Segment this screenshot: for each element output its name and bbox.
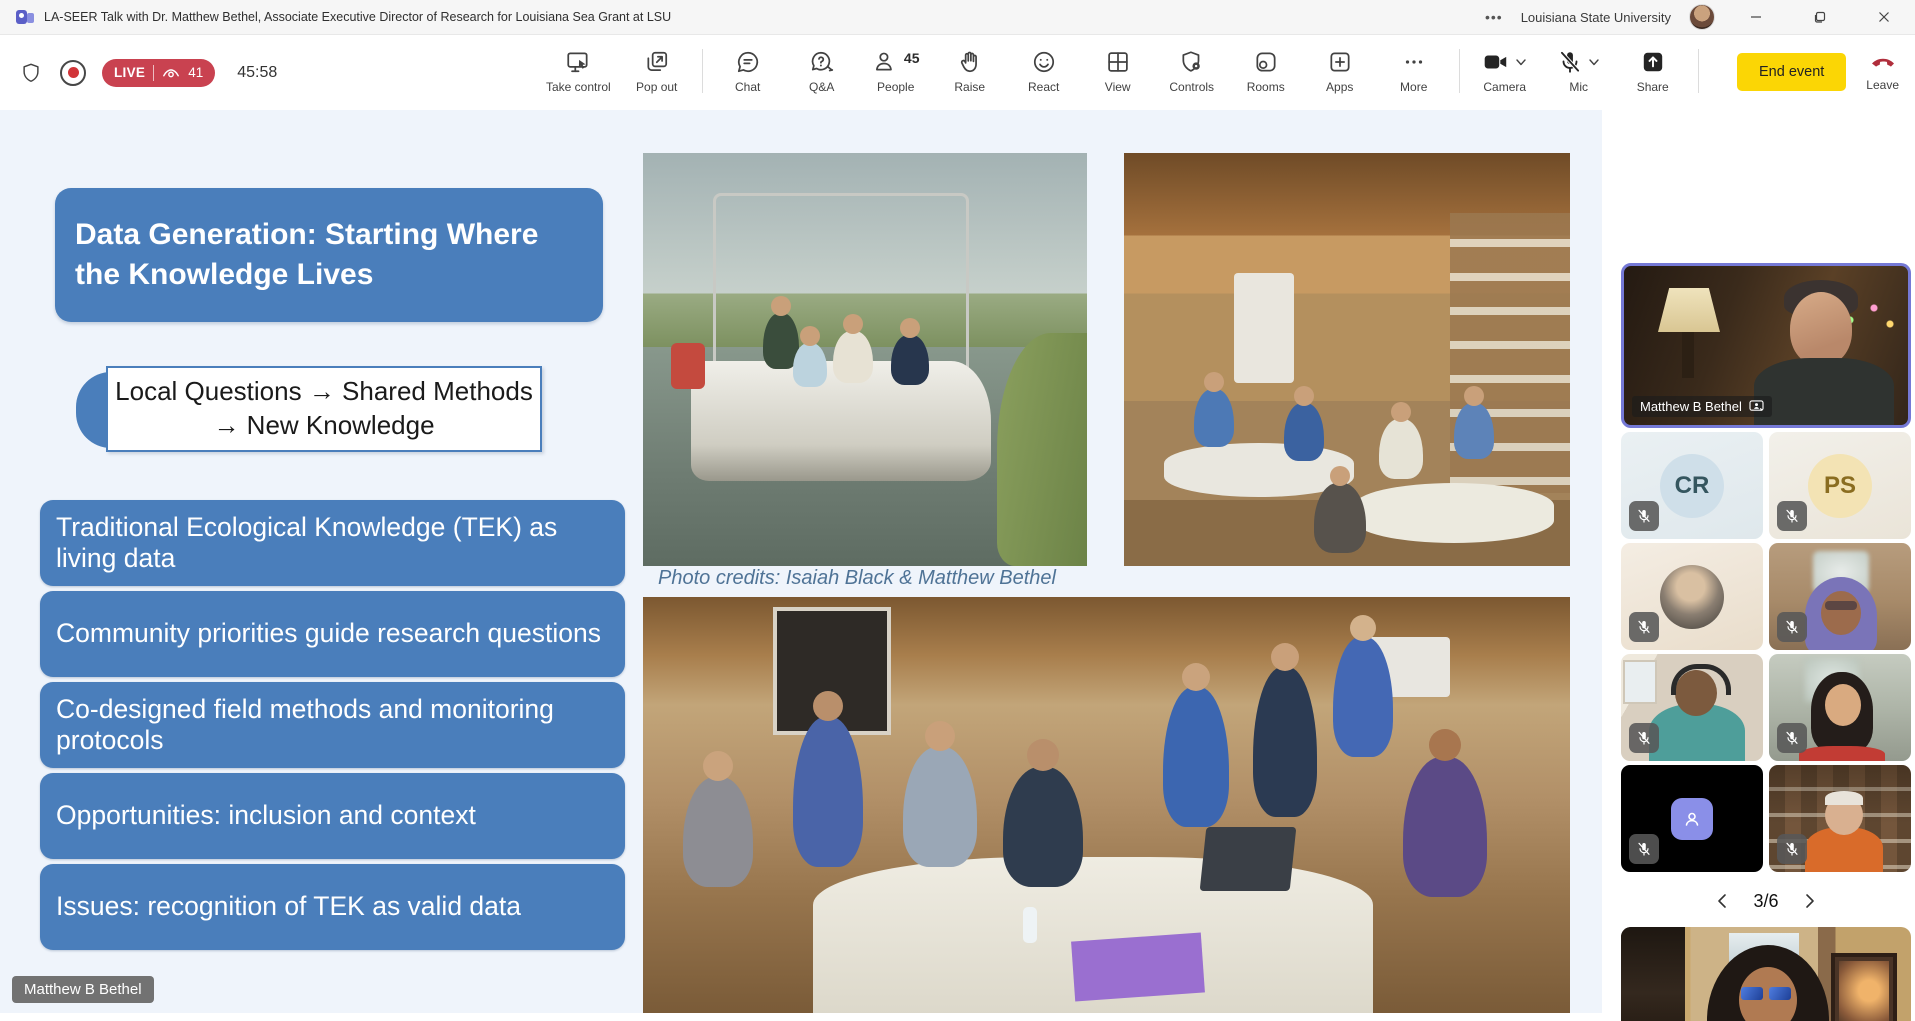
meeting-toolbar: LIVE 41 45:58 Take control Pop out Chat: [0, 35, 1915, 111]
muted-mic-icon: [1629, 501, 1659, 531]
live-badge: LIVE 41: [102, 59, 215, 87]
share-button[interactable]: Share: [1616, 39, 1690, 100]
take-control-icon: [565, 49, 591, 75]
live-label: LIVE: [114, 65, 145, 80]
muted-mic-icon: [1629, 723, 1659, 753]
spotlight-icon: [1749, 400, 1764, 413]
mic-button[interactable]: Mic: [1542, 39, 1616, 100]
raise-hand-button[interactable]: Raise: [933, 39, 1007, 100]
muted-mic-icon: [1777, 834, 1807, 864]
window-title: LA-SEER Talk with Dr. Matthew Bethel, As…: [44, 10, 671, 24]
pop-out-button[interactable]: Pop out: [620, 39, 694, 100]
slide-bullet-5: Issues: recognition of TEK as valid data: [40, 864, 625, 950]
apps-button[interactable]: Apps: [1303, 39, 1377, 100]
maximize-button[interactable]: [1797, 0, 1843, 34]
title-bar: LA-SEER Talk with Dr. Matthew Bethel, As…: [0, 0, 1915, 35]
slide-photo-community-meeting: [1124, 153, 1570, 566]
shared-slide: Data Generation: Starting Where the Know…: [0, 110, 1602, 1013]
participant-tile-photo-avatar[interactable]: [1621, 543, 1763, 650]
recording-indicator-icon: [60, 60, 86, 86]
mic-muted-icon: [1557, 49, 1583, 75]
view-icon: [1105, 49, 1131, 75]
viewer-count: 41: [188, 65, 203, 80]
slide-bullet-2: Community priorities guide research ques…: [40, 591, 625, 677]
page-indicator: 3/6: [1753, 891, 1778, 912]
participants-sidebar: Matthew B Bethel CR PS: [1618, 220, 1915, 1021]
muted-mic-icon: [1629, 834, 1659, 864]
pop-out-icon: [644, 49, 670, 75]
avatar: [1660, 565, 1724, 629]
chat-button[interactable]: Chat: [711, 39, 785, 100]
apps-icon: [1327, 49, 1353, 75]
leave-button[interactable]: Leave: [1860, 39, 1905, 100]
muted-mic-icon: [1629, 612, 1659, 642]
react-icon: [1031, 49, 1057, 75]
avatar-initials: PS: [1808, 454, 1872, 518]
chevron-right-icon[interactable]: [1799, 890, 1821, 912]
muted-mic-icon: [1777, 612, 1807, 642]
end-event-button[interactable]: End event: [1737, 53, 1846, 91]
chat-icon: [735, 49, 761, 75]
participant-tile-camera-off[interactable]: [1621, 765, 1763, 872]
participant-tile-video-2[interactable]: [1621, 654, 1763, 761]
view-button[interactable]: View: [1081, 39, 1155, 100]
avatar-initials: CR: [1660, 454, 1724, 518]
controls-icon: [1179, 49, 1205, 75]
muted-mic-icon: [1777, 501, 1807, 531]
photo-credit-text: Photo credits: Isaiah Black & Matthew Be…: [658, 567, 1056, 590]
teams-app-icon: [14, 7, 34, 27]
titlebar-more-icon[interactable]: •••: [1485, 9, 1503, 25]
qna-icon: [809, 49, 835, 75]
participant-tile-video-4[interactable]: [1769, 765, 1911, 872]
participant-tile-video-1[interactable]: [1769, 543, 1911, 650]
camera-chevron-icon[interactable]: [1514, 55, 1528, 69]
meeting-timer: 45:58: [237, 64, 277, 82]
self-view-tile[interactable]: [1621, 927, 1911, 1021]
slide-photo-boat-fieldwork: [643, 153, 1087, 566]
close-button[interactable]: [1861, 0, 1907, 34]
org-name: Louisiana State University: [1521, 10, 1671, 25]
slide-callout: Local Questions → Shared Methods → New K…: [106, 366, 542, 452]
share-icon: [1640, 49, 1666, 75]
slide-bullet-4: Opportunities: inclusion and context: [40, 773, 625, 859]
leave-phone-icon: [1868, 47, 1898, 73]
rooms-icon: [1253, 49, 1279, 75]
presenter-name-tag: Matthew B Bethel: [12, 976, 154, 1003]
more-button[interactable]: More: [1377, 39, 1451, 100]
participant-tile-video-3[interactable]: [1769, 654, 1911, 761]
teams-window: LA-SEER Talk with Dr. Matthew Bethel, As…: [0, 0, 1915, 1021]
people-count-badge: 45: [904, 50, 920, 66]
camera-icon: [1482, 49, 1510, 75]
raise-hand-icon: [957, 49, 983, 75]
slide-bullet-3: Co-designed field methods and monitoring…: [40, 682, 625, 768]
people-icon: [872, 49, 898, 75]
viewers-eye-icon: [162, 66, 180, 80]
avatar-placeholder-icon: [1671, 798, 1713, 840]
take-control-button[interactable]: Take control: [537, 39, 620, 100]
mic-chevron-icon[interactable]: [1587, 55, 1601, 69]
minimize-button[interactable]: [1733, 0, 1779, 34]
participant-tile-cr[interactable]: CR: [1621, 432, 1763, 539]
camera-button[interactable]: Camera: [1468, 39, 1542, 100]
people-button[interactable]: 45 People: [859, 39, 933, 100]
more-icon: [1401, 49, 1427, 75]
chevron-left-icon[interactable]: [1711, 890, 1733, 912]
slide-photo-workshop-group: [643, 597, 1570, 1013]
participant-tile-ps[interactable]: PS: [1769, 432, 1911, 539]
speaker-name-tag: Matthew B Bethel: [1632, 396, 1772, 417]
slide-title: Data Generation: Starting Where the Know…: [55, 188, 603, 322]
qna-button[interactable]: Q&A: [785, 39, 859, 100]
rooms-button[interactable]: Rooms: [1229, 39, 1303, 100]
react-button[interactable]: React: [1007, 39, 1081, 100]
profile-avatar[interactable]: [1689, 4, 1715, 30]
slide-bullet-1: Traditional Ecological Knowledge (TEK) a…: [40, 500, 625, 586]
muted-mic-icon: [1777, 723, 1807, 753]
controls-button[interactable]: Controls: [1155, 39, 1229, 100]
shield-icon[interactable]: [18, 60, 44, 86]
active-speaker-tile[interactable]: Matthew B Bethel: [1621, 263, 1911, 428]
gallery-pagination: 3/6: [1621, 886, 1911, 916]
meeting-stage: Data Generation: Starting Where the Know…: [0, 110, 1915, 1021]
